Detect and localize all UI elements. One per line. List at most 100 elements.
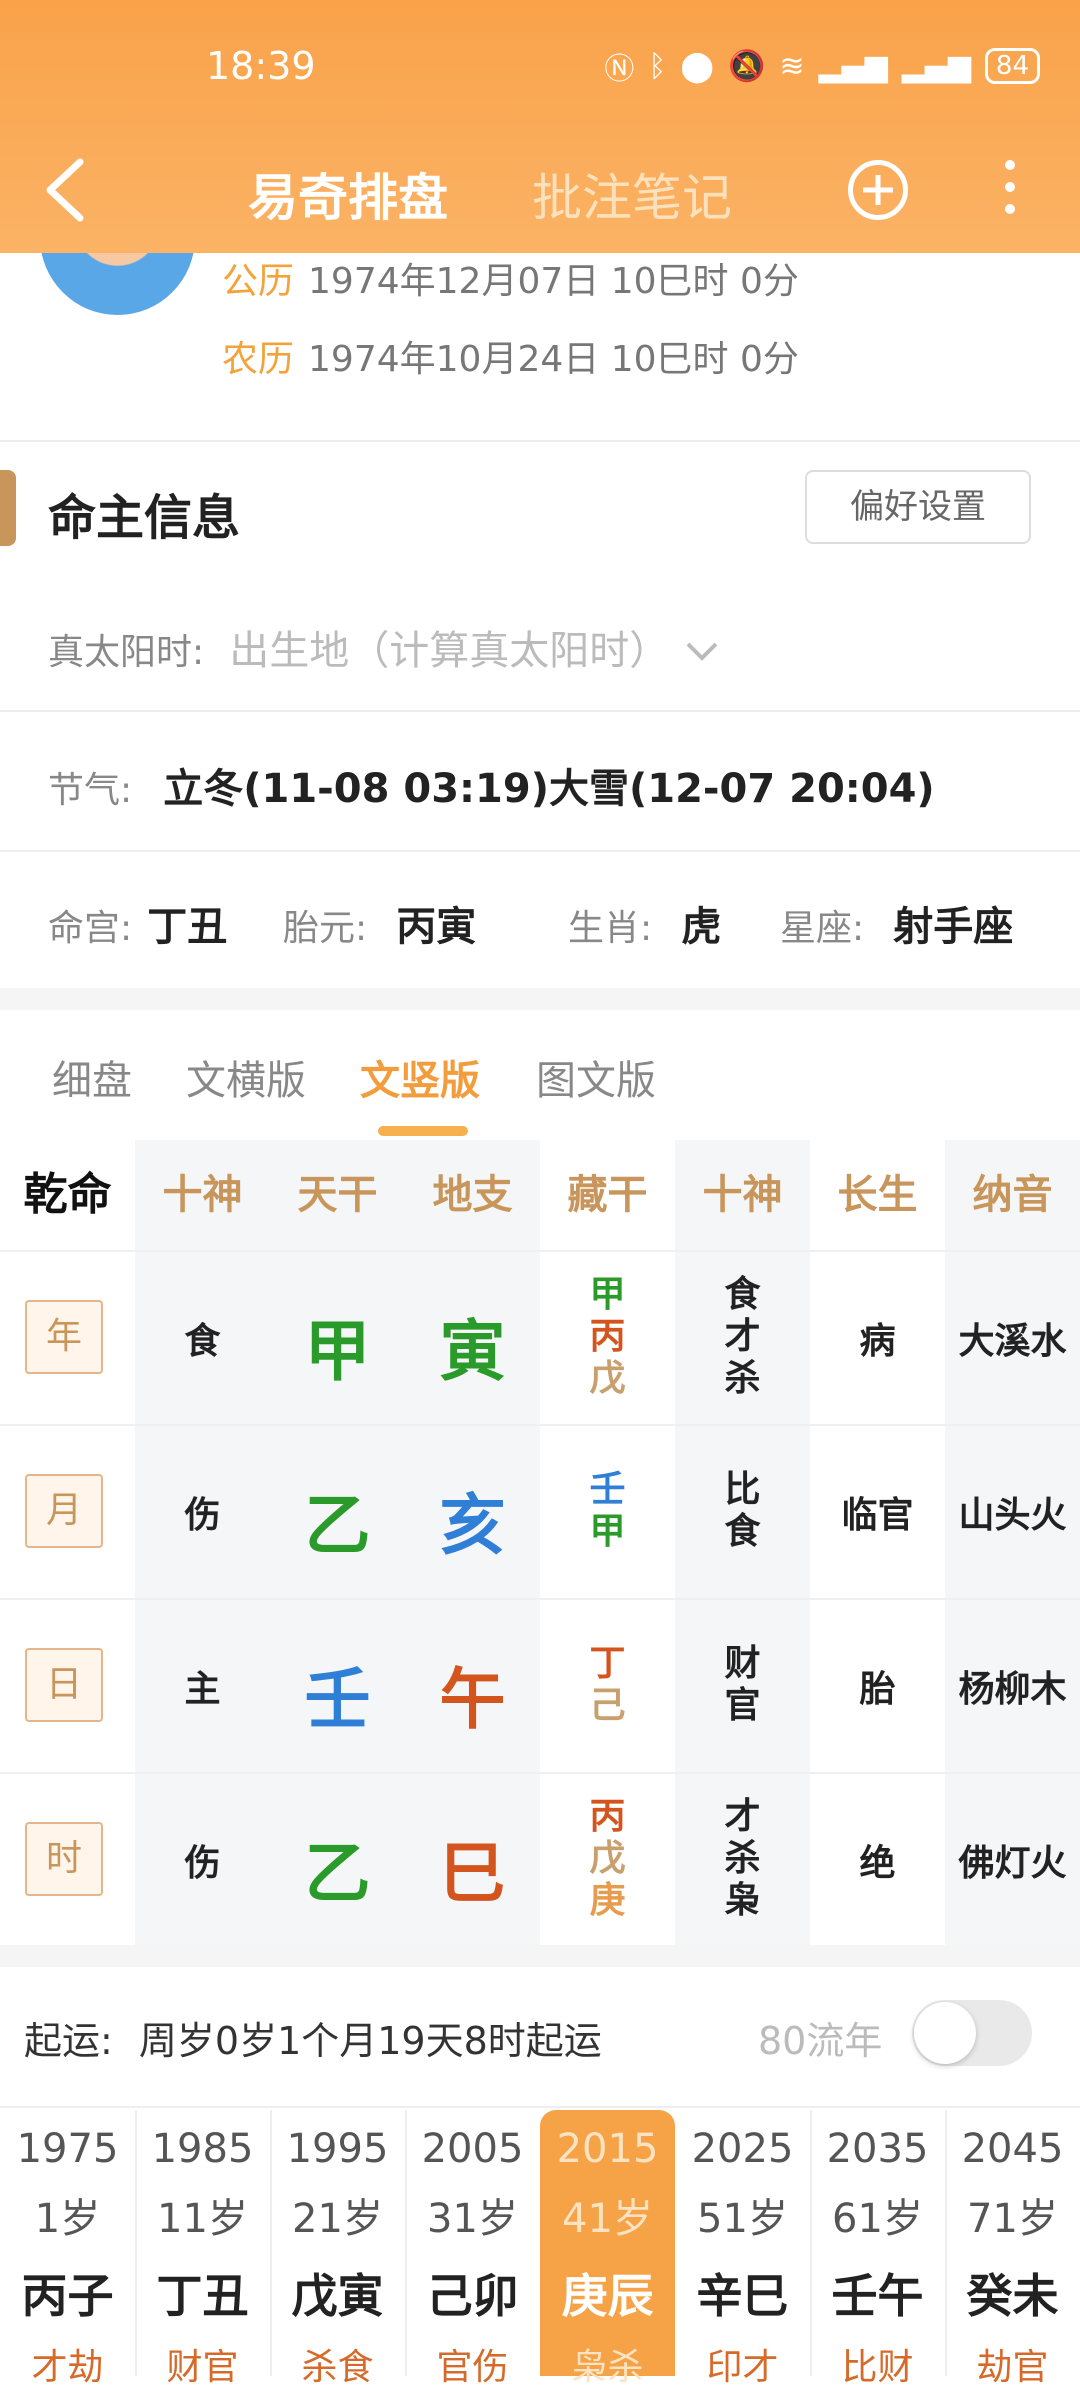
pillar-day[interactable]: 日 [25,1648,103,1722]
canggan-char: 己 [589,1685,626,1726]
section-gap [0,1945,1080,1967]
table-cell-dizhi: 午 [439,1661,506,1738]
dayun-item[interactable]: 2045 71岁 癸未 劫官 [945,2110,1080,2388]
signal-5g-icon: ▂▄▆ [901,48,971,84]
dayun-age: 51岁 [697,2196,788,2242]
table-cell-dizhi: 亥 [439,1487,506,1564]
table-cell-shishen: 伤 [184,1495,221,1536]
bluetooth-icon: ᛒ [648,48,667,84]
dayun-item-selected[interactable]: 2015 41岁 庚辰 枭杀 [540,2110,675,2388]
dayun-ganzhi: 癸未 [966,2269,1059,2323]
table-cell-shishen: 食 [184,1321,221,1362]
tab-xipan[interactable]: 细盘 [52,1048,132,1106]
dayun-ganzhi: 己卯 [426,2269,519,2323]
dayun-ganzhi: 庚辰 [561,2269,654,2323]
dayun-age: 71岁 [967,2196,1058,2242]
divider [0,440,1080,442]
canggan-shishen-char: 官 [724,1685,761,1726]
minggong-group: 命宫: 丁丑 [48,894,227,952]
dayun-year: 2035 [826,2126,929,2172]
header-canggan: 藏干 [567,1172,648,1218]
table-cell-canggan-shishen: 财 官 [675,1643,810,1727]
app-header: 18:39 Ⓝ ᛒ ⬤ 🔕 ≋ ▂▄▆ ▂▄▆ 84 易奇排盘 批注笔记 [0,0,1080,253]
taiyuan-label: 胎元: [283,908,368,949]
divider [0,2106,1080,2108]
dayun-item[interactable]: 2005 31岁 己卯 官伤 [405,2110,540,2388]
table-cell-canggan-shishen: 才 杀 枭 [675,1796,810,1922]
more-dot-icon [1005,204,1015,214]
dayun-age: 11岁 [157,2196,248,2242]
dayun-year: 2045 [961,2126,1064,2172]
canggan-shishen-char: 比 [724,1469,761,1510]
liunian-toggle[interactable] [912,2000,1032,2066]
pillar-year[interactable]: 年 [25,1300,103,1374]
dayun-year: 2015 [556,2126,659,2172]
true-solar-time-row[interactable]: 真太阳时: 出生地（计算真太阳时） [48,618,720,676]
canggan-char: 壬 [589,1469,626,1510]
tab-annotations[interactable]: 批注笔记 [532,158,732,230]
tab-wenhengban[interactable]: 文横版 [186,1048,306,1106]
row-divider [0,1772,1080,1774]
mute-icon: 🔕 [727,48,766,84]
taiyuan-value: 丙寅 [396,904,477,950]
tab-yiqi-paipan[interactable]: 易奇排盘 [248,158,448,230]
chevron-down-icon [684,642,720,668]
canggan-char: 丙 [589,1796,626,1837]
xingzuo-label: 星座: [780,908,865,949]
dayun-ganzhi: 丙子 [21,2269,114,2323]
tab-tuwenban[interactable]: 图文版 [536,1048,656,1106]
table-cell-changsheng: 胎 [859,1669,896,1710]
row-divider [0,1598,1080,1600]
dayun-item[interactable]: 1975 1岁 丙子 才劫 [0,2110,135,2388]
row-divider [0,1250,1080,1252]
location-icon: ⬤ [680,48,714,84]
canggan-shishen-char: 食 [724,1274,761,1315]
more-menu-button[interactable] [1000,160,1020,230]
pillar-hour[interactable]: 时 [25,1822,103,1896]
table-cell-canggan: 壬 甲 [540,1469,675,1553]
dayun-item[interactable]: 2035 61岁 壬午 比财 [810,2110,945,2388]
canggan-shishen-char: 枭 [724,1880,761,1921]
canggan-shishen-char: 才 [724,1796,761,1837]
canggan-char: 丙 [589,1316,626,1357]
dayun-shishen: 比财 [841,2347,914,2388]
canggan-char: 甲 [589,1511,626,1552]
dayun-year: 1975 [16,2126,119,2172]
tab-wenshuban[interactable]: 文竖版 [360,1048,480,1106]
dayun-age: 21岁 [292,2196,383,2242]
header-dizhi: 地支 [432,1172,513,1218]
table-cell-canggan: 丁 己 [540,1643,675,1727]
dayun-shishen: 印才 [706,2347,779,2388]
qiyun-row: 起运: 周岁0岁1个月19天8时起运 [24,2010,602,2065]
pillar-month[interactable]: 月 [25,1474,103,1548]
divider [0,850,1080,852]
col-nayin [945,1140,1080,1945]
dayun-ganzhi: 戊寅 [291,2269,384,2323]
true-solar-label: 真太阳时: [48,632,205,673]
col-shishen [135,1140,270,1945]
table-cell-tiangan: 甲 [304,1313,371,1390]
add-button[interactable] [848,160,908,220]
dayun-shishen: 劫官 [976,2347,1049,2388]
more-dot-icon [1005,160,1015,170]
shengxiao-group: 生肖: 虎 [568,894,721,952]
jieqi-label: 节气: [48,770,133,811]
table-cell-changsheng: 病 [859,1321,896,1362]
back-button[interactable] [40,150,90,230]
dayun-item[interactable]: 1995 21岁 戊寅 杀食 [270,2110,405,2388]
dayun-age: 61岁 [832,2196,923,2242]
xingzuo-value: 射手座 [893,904,1014,950]
canggan-char: 戊 [589,1358,626,1399]
dayun-ganzhi: 丁丑 [156,2269,249,2323]
taiyuan-group: 胎元: 丙寅 [283,894,476,952]
chevron-left-icon [46,158,84,222]
dayun-item[interactable]: 2025 51岁 辛巳 印才 [675,2110,810,2388]
more-dot-icon [1005,182,1015,192]
preference-settings-button[interactable]: 偏好设置 [805,470,1031,544]
toggle-knob [914,2002,976,2064]
dayun-age: 1岁 [34,2196,101,2242]
dayun-item[interactable]: 1985 11岁 丁丑 财官 [135,2110,270,2388]
table-cell-changsheng: 临官 [841,1495,914,1536]
header-changsheng: 长生 [837,1172,918,1218]
dayun-year: 2025 [691,2126,794,2172]
